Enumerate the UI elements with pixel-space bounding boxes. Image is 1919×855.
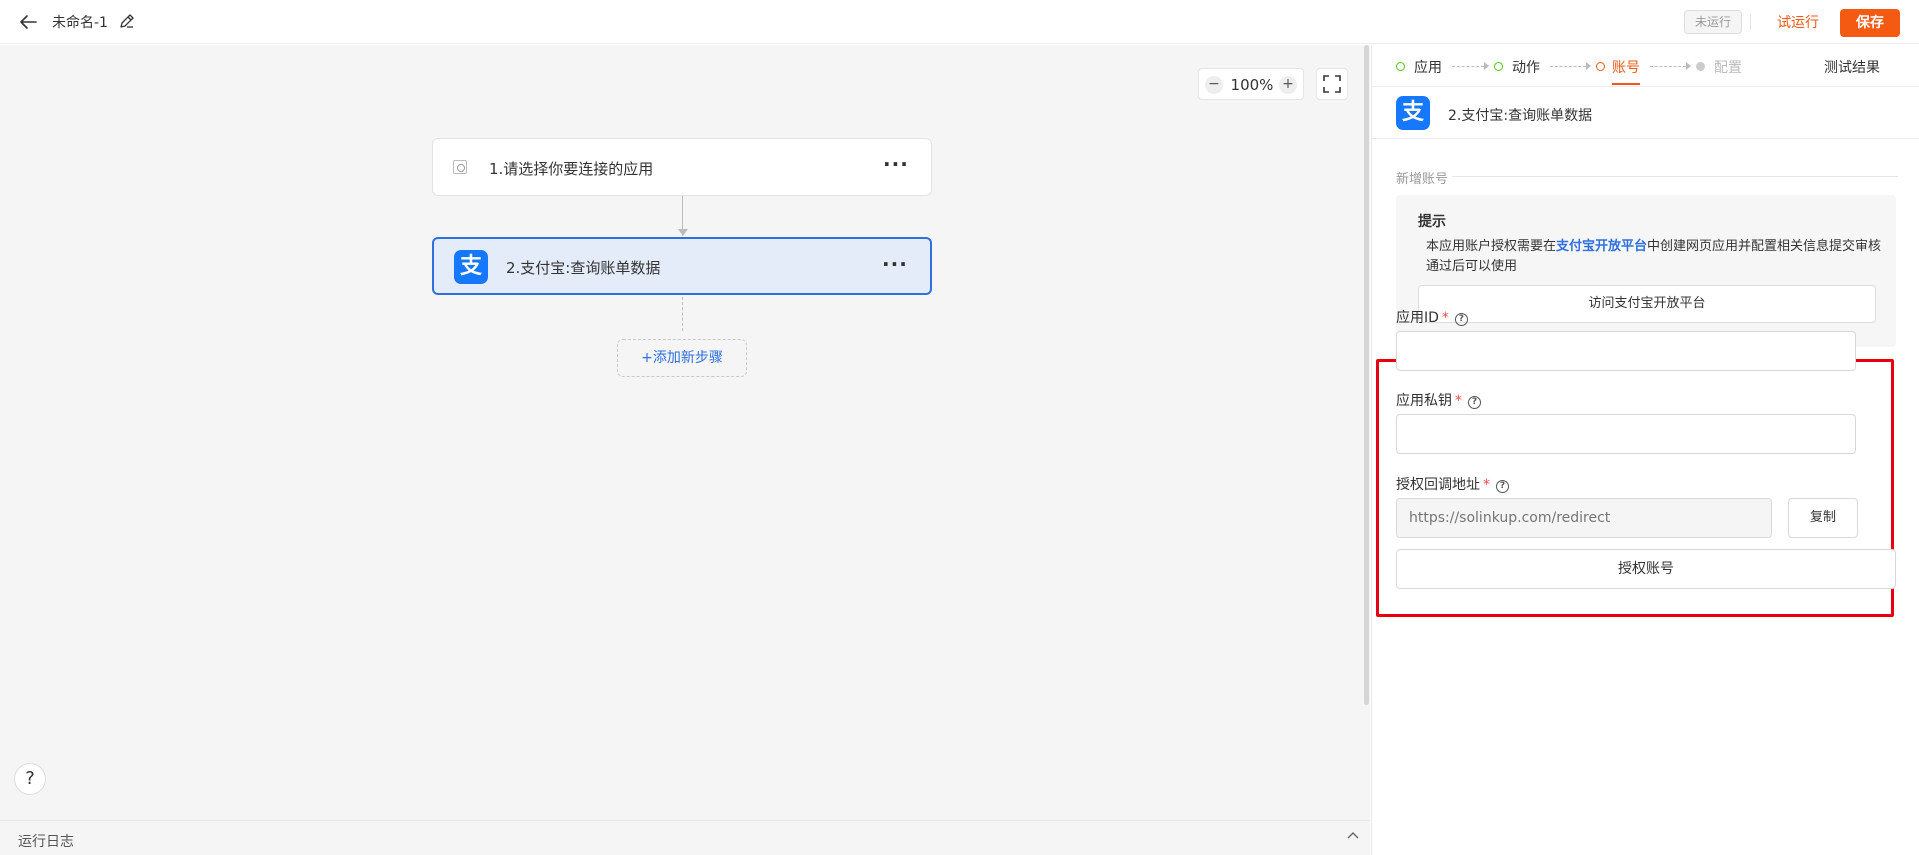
alipay-icon: 支 (1396, 96, 1430, 130)
trial-run-button[interactable]: 试运行 (1764, 10, 1832, 36)
alipay-icon: 支 (454, 250, 488, 284)
zoom-out-button[interactable]: − (1205, 76, 1223, 94)
step-arrow-icon (1586, 62, 1591, 70)
zoom-control: − 100% + (1198, 68, 1304, 100)
new-account-heading: 新增账号 (1396, 172, 1449, 187)
callback-url-label: 授权回调地址 *? (1396, 474, 1509, 494)
add-step-button[interactable]: +添加新步骤 (617, 339, 747, 377)
step-active-indicator (1612, 83, 1640, 85)
step-app[interactable]: 应用 (1414, 57, 1442, 77)
run-log-bar[interactable]: 运行日志 (0, 820, 1370, 855)
required-mark: * (1483, 477, 1490, 493)
step-account[interactable]: 账号 (1612, 57, 1640, 77)
help-icon[interactable]: ? (1454, 313, 1468, 326)
selected-app-title: 2.支付宝:查询账单数据 (1448, 108, 1593, 124)
step-done-icon (1396, 62, 1405, 71)
help-icon[interactable]: ? (1468, 396, 1481, 409)
step-arrow-icon (1686, 62, 1691, 70)
node-label: 2.支付宝:查询账单数据 (506, 259, 661, 277)
section-divider (1452, 176, 1898, 177)
tab-test-result[interactable]: 测试结果 (1824, 57, 1880, 77)
step-done-icon (1494, 62, 1503, 71)
more-icon[interactable]: ··· (883, 154, 908, 179)
step-connector (1650, 66, 1686, 67)
step-action[interactable]: 动作 (1512, 57, 1540, 77)
back-arrow-icon[interactable] (16, 10, 40, 34)
run-log-label: 运行日志 (18, 834, 74, 850)
zoom-level: 100% (1230, 76, 1274, 94)
step-config: 配置 (1714, 60, 1742, 76)
header-divider (1750, 14, 1751, 30)
more-icon[interactable]: ··· (882, 254, 907, 279)
zoom-in-button[interactable]: + (1279, 76, 1297, 94)
edit-icon[interactable] (118, 12, 136, 30)
node-label: 1.请选择你要连接的应用 (489, 160, 654, 178)
required-mark: * (1455, 393, 1462, 409)
hint-box: 提示 本应用账户授权需要在支付宝开放平台中创建网页应用并配置相关信息提交审核通过… (1396, 195, 1896, 347)
callback-url-input[interactable] (1396, 498, 1772, 538)
hint-title: 提示 (1418, 214, 1446, 230)
app-id-label-text: 应用ID (1396, 310, 1439, 326)
app-id-input[interactable] (1396, 331, 1856, 371)
help-icon[interactable]: ? (1496, 480, 1509, 493)
required-mark: * (1441, 310, 1449, 326)
hint-text: 本应用账户授权需要在支付宝开放平台中创建网页应用并配置相关信息提交审核通过后可以… (1426, 237, 1886, 277)
fullscreen-icon[interactable] (1316, 68, 1348, 100)
chevron-up-icon[interactable] (1344, 827, 1362, 845)
step-connector (1452, 66, 1484, 67)
connector-arrow-icon (678, 229, 688, 236)
workflow-node-2[interactable]: 支 2.支付宝:查询账单数据 ··· (432, 237, 932, 295)
alipay-platform-link[interactable]: 支付宝开放平台 (1556, 239, 1647, 254)
step-pending-icon (1696, 62, 1705, 71)
selected-app-header: 支 2.支付宝:查询账单数据 (1372, 87, 1919, 139)
private-key-label-text: 应用私钥 (1396, 393, 1452, 409)
step-connector (1550, 66, 1586, 67)
authorize-account-button[interactable]: 授权账号 (1396, 549, 1896, 589)
step-active-icon (1596, 62, 1605, 71)
add-step-connector (682, 297, 683, 331)
app-icon (453, 160, 467, 174)
page-title: 未命名-1 (52, 15, 108, 31)
help-icon[interactable]: ? (14, 763, 46, 795)
top-header: 未命名-1 未运行 试运行 保存 (0, 0, 1919, 44)
canvas-scrollbar[interactable] (1364, 45, 1369, 705)
callback-url-label-text: 授权回调地址 (1396, 477, 1480, 493)
private-key-input[interactable] (1396, 414, 1856, 454)
config-panel: 应用 动作 账号 配置 测试结果 支 2.支付宝:查询账单数据 新增账号 提示 … (1371, 45, 1919, 855)
hint-text-prefix: 本应用账户授权需要在 (1426, 239, 1557, 254)
workflow-canvas[interactable]: − 100% + 1.请选择你要连接的应用 ··· 支 2.支付宝:查询账单数据… (0, 45, 1370, 820)
copy-button[interactable]: 复制 (1788, 498, 1858, 538)
workflow-node-1[interactable]: 1.请选择你要连接的应用 ··· (432, 138, 932, 196)
private-key-label: 应用私钥 *? (1396, 390, 1481, 410)
save-button[interactable]: 保存 (1840, 9, 1900, 37)
visit-platform-button[interactable]: 访问支付宝开放平台 (1418, 285, 1876, 323)
run-status-badge: 未运行 (1684, 10, 1742, 34)
step-arrow-icon (1484, 62, 1489, 70)
app-id-label: 应用ID *? (1396, 307, 1468, 327)
step-progress: 应用 动作 账号 配置 测试结果 (1372, 45, 1919, 87)
